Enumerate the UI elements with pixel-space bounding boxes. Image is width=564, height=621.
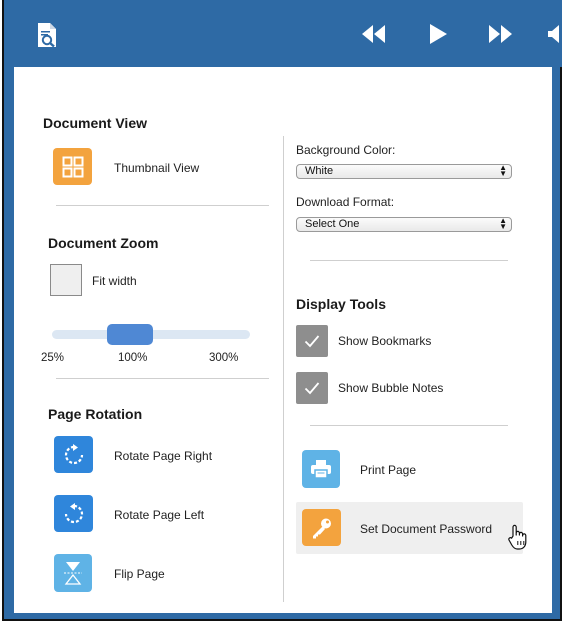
rotate-left-label[interactable]: Rotate Page Left [114, 508, 204, 522]
select-arrows-icon: ▲ ▼ [499, 163, 507, 178]
viewer-window: Document View Thumbnail View Document Zo… [0, 0, 564, 621]
set-password-label[interactable]: Set Document Password [360, 522, 492, 536]
rotate-left-button[interactable] [54, 495, 93, 532]
select-arrows-icon: ▲ ▼ [499, 216, 507, 231]
left-border [2, 67, 14, 619]
display-tools-heading: Display Tools [296, 296, 386, 312]
download-format-label: Download Format: [296, 195, 395, 209]
background-color-label: Background Color: [296, 143, 396, 157]
fit-width-label[interactable]: Fit width [92, 274, 137, 288]
show-bookmarks-checkbox[interactable] [296, 325, 328, 357]
play-icon[interactable] [428, 23, 448, 45]
download-format-value: Select One [305, 218, 360, 230]
volume-icon[interactable] [546, 23, 562, 45]
thumbnail-view-button[interactable] [53, 148, 92, 185]
top-toolbar [2, 0, 562, 67]
right-border [552, 67, 562, 619]
divider [56, 205, 269, 206]
document-zoom-heading: Document Zoom [48, 235, 159, 251]
key-icon [312, 518, 331, 538]
background-color-value: White [305, 165, 334, 177]
set-password-button[interactable] [302, 509, 341, 546]
rotate-right-label[interactable]: Rotate Page Right [114, 449, 212, 463]
grid-icon [62, 156, 83, 177]
show-bubble-notes-label[interactable]: Show Bubble Notes [338, 381, 443, 395]
flip-page-label[interactable]: Flip Page [114, 567, 165, 581]
document-search-icon[interactable] [36, 22, 58, 48]
printer-icon [311, 460, 331, 479]
page-rotation-heading: Page Rotation [48, 406, 143, 422]
document-view-heading: Document View [43, 115, 147, 131]
flip-icon [64, 562, 82, 585]
zoom-tick-min: 25% [41, 352, 65, 364]
divider [56, 378, 269, 379]
print-page-button[interactable] [302, 450, 340, 488]
zoom-tick-mid: 100% [118, 352, 148, 364]
rewind-icon[interactable] [360, 23, 386, 45]
fit-width-checkbox[interactable] [50, 264, 82, 296]
show-bookmarks-label[interactable]: Show Bookmarks [338, 334, 431, 348]
download-format-select[interactable]: Select One ▲ ▼ [296, 217, 512, 232]
column-divider [283, 136, 284, 602]
flip-page-button[interactable] [54, 554, 92, 592]
rotate-left-icon [64, 502, 83, 523]
checkmark-icon [304, 335, 320, 348]
rotate-right-button[interactable] [54, 436, 93, 473]
hand-cursor-icon [506, 523, 530, 551]
zoom-slider-thumb[interactable] [107, 324, 153, 345]
print-page-label[interactable]: Print Page [360, 463, 416, 477]
fast-forward-icon[interactable] [488, 23, 514, 45]
divider [310, 425, 508, 426]
background-color-select[interactable]: White ▲ ▼ [296, 164, 512, 179]
divider [310, 260, 508, 261]
zoom-tick-max: 300% [209, 352, 239, 364]
thumbnail-view-label[interactable]: Thumbnail View [114, 161, 199, 175]
checkmark-icon [304, 382, 320, 395]
rotate-right-icon [64, 443, 83, 464]
show-bubble-notes-checkbox[interactable] [296, 372, 328, 404]
